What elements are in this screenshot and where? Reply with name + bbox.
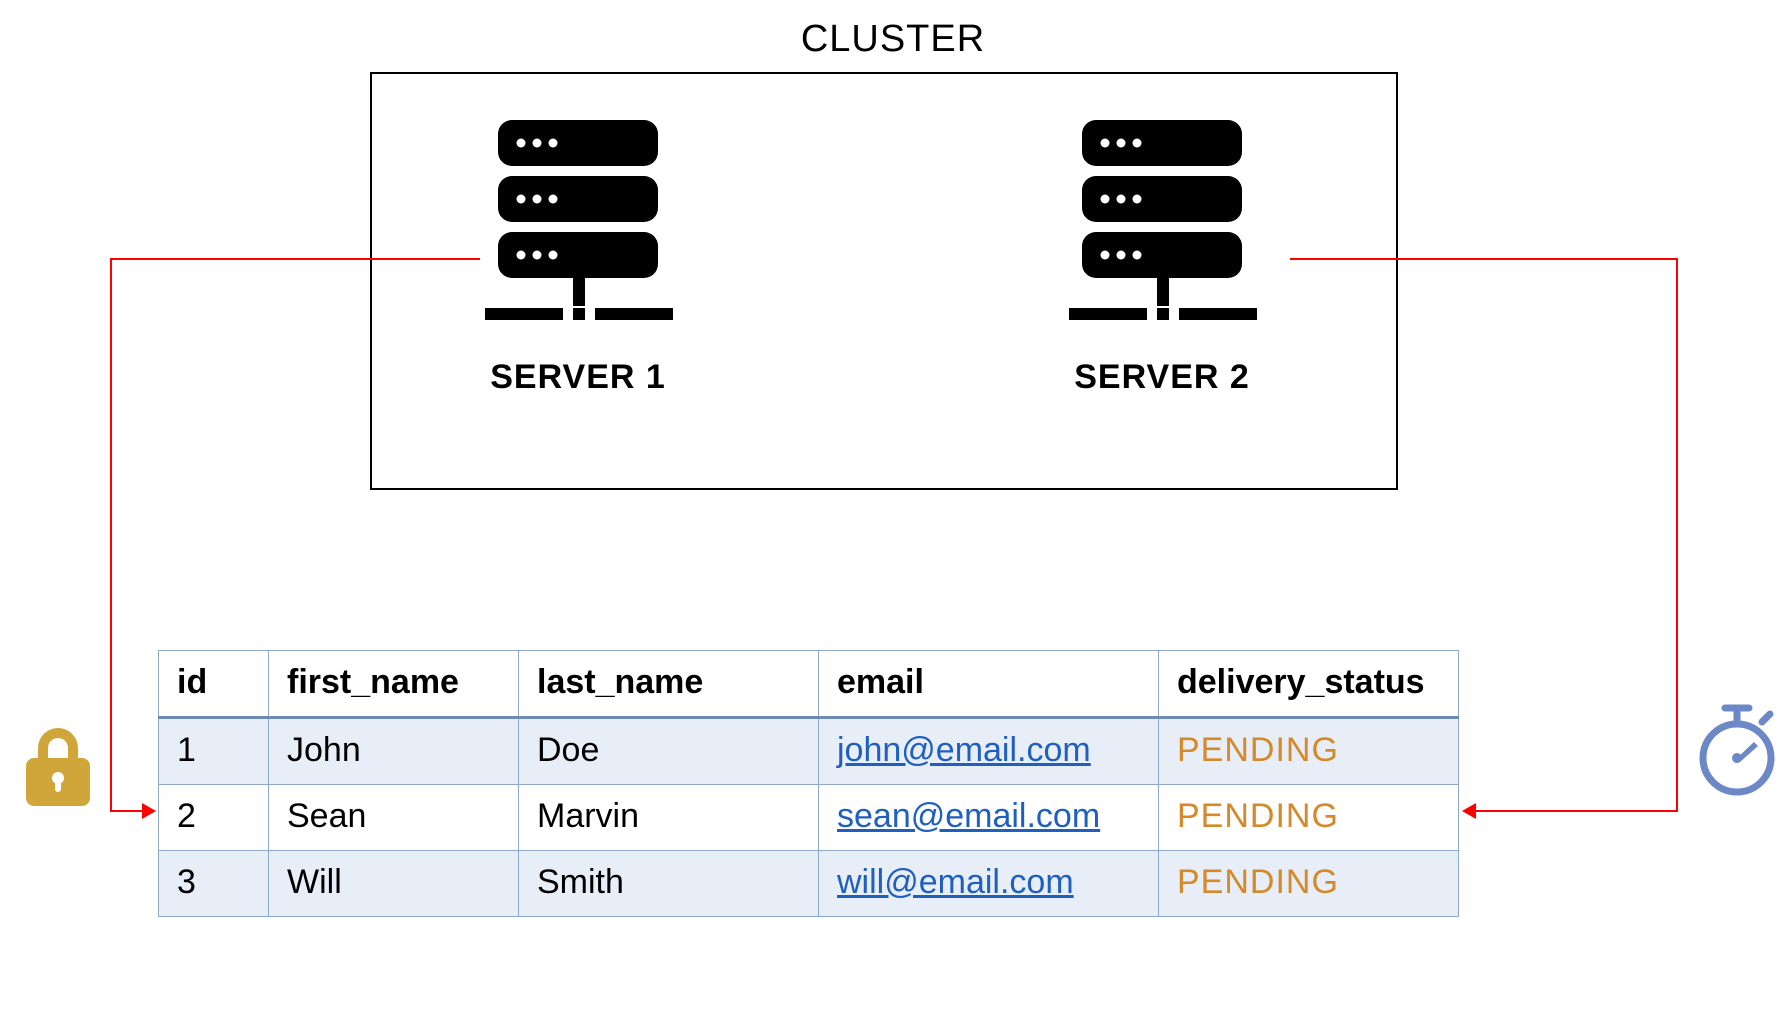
- server-icon: [473, 110, 683, 340]
- connector-line: [1290, 258, 1678, 260]
- cell-id: 1: [159, 718, 269, 785]
- connector-line: [1676, 258, 1678, 812]
- diagram-stage: CLUSTER SERVER 1: [0, 0, 1786, 1034]
- server-2-label: SERVER 2: [1032, 358, 1292, 397]
- cell-last-name: Doe: [519, 718, 819, 785]
- cell-last-name: Marvin: [519, 785, 819, 851]
- cell-first-name: John: [269, 718, 519, 785]
- table-row: 2 Sean Marvin sean@email.com PENDING: [159, 785, 1459, 851]
- email-link[interactable]: will@email.com: [837, 863, 1074, 901]
- cell-delivery-status: PENDING: [1159, 718, 1459, 785]
- server-1-label: SERVER 1: [448, 358, 708, 397]
- cell-email: will@email.com: [819, 851, 1159, 917]
- status-badge: PENDING: [1177, 797, 1339, 835]
- cell-id: 3: [159, 851, 269, 917]
- cell-id: 2: [159, 785, 269, 851]
- server-1: SERVER 1: [448, 110, 708, 397]
- cell-delivery-status: PENDING: [1159, 851, 1459, 917]
- col-id: id: [159, 651, 269, 718]
- cell-email: sean@email.com: [819, 785, 1159, 851]
- email-link[interactable]: john@email.com: [837, 731, 1091, 769]
- status-badge: PENDING: [1177, 863, 1339, 901]
- arrow-left-icon: [1462, 803, 1476, 819]
- cell-email: john@email.com: [819, 718, 1159, 785]
- col-last-name: last_name: [519, 651, 819, 718]
- table-row: 3 Will Smith will@email.com PENDING: [159, 851, 1459, 917]
- col-first-name: first_name: [269, 651, 519, 718]
- cell-last-name: Smith: [519, 851, 819, 917]
- cell-delivery-status: PENDING: [1159, 785, 1459, 851]
- table-row: 1 John Doe john@email.com PENDING: [159, 718, 1459, 785]
- connector-line: [110, 258, 480, 260]
- data-table: id first_name last_name email delivery_s…: [158, 650, 1459, 917]
- lock-icon: [18, 720, 98, 810]
- server-2: SERVER 2: [1032, 110, 1292, 397]
- cell-first-name: Will: [269, 851, 519, 917]
- table-header-row: id first_name last_name email delivery_s…: [159, 651, 1459, 718]
- email-link[interactable]: sean@email.com: [837, 797, 1100, 835]
- col-email: email: [819, 651, 1159, 718]
- data-table-wrap: id first_name last_name email delivery_s…: [158, 650, 1458, 917]
- stopwatch-icon: [1692, 700, 1782, 800]
- connector-line: [110, 258, 112, 812]
- cell-first-name: Sean: [269, 785, 519, 851]
- cluster-title: CLUSTER: [0, 18, 1786, 61]
- server-icon: [1057, 110, 1267, 340]
- status-badge: PENDING: [1177, 731, 1339, 769]
- connector-line: [1476, 810, 1678, 812]
- col-delivery-status: delivery_status: [1159, 651, 1459, 718]
- arrow-right-icon: [142, 803, 156, 819]
- connector-line: [110, 810, 142, 812]
